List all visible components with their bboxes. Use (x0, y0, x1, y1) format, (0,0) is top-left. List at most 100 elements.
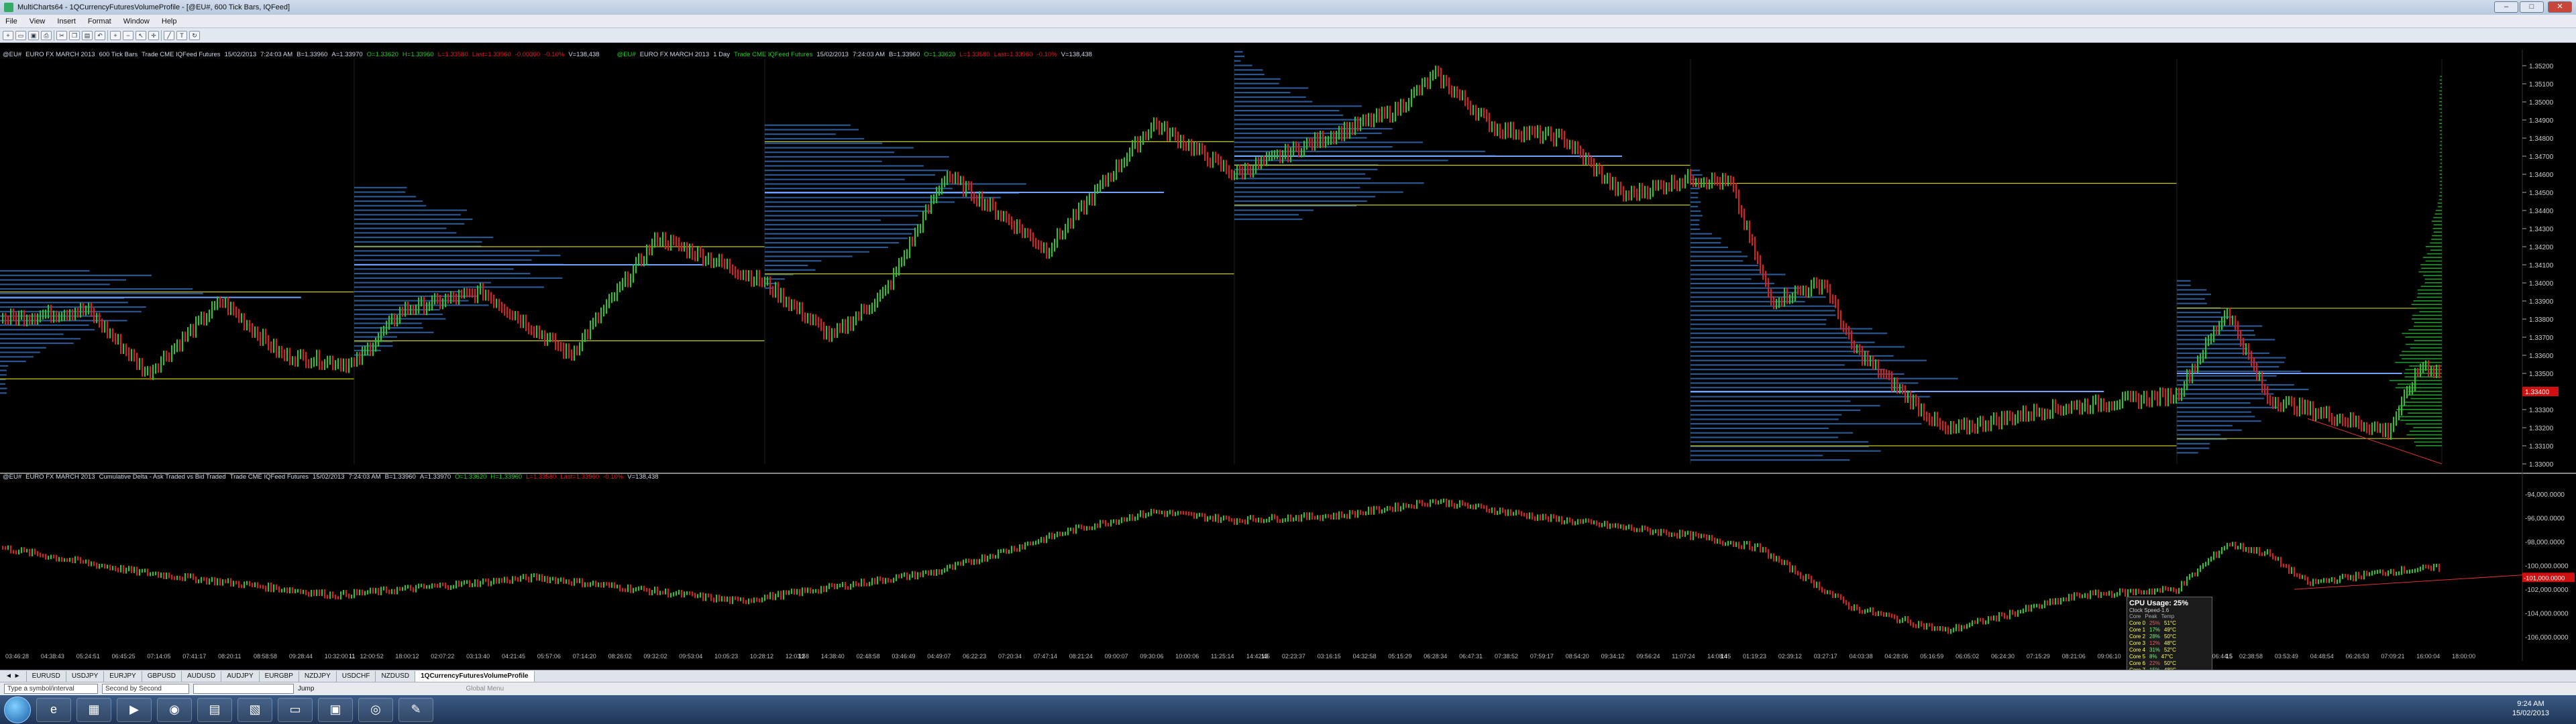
volume-profile-bar (0, 369, 7, 371)
minimize-button[interactable]: – (2494, 1, 2518, 13)
chrome-icon[interactable]: ◎ (358, 697, 393, 722)
time-axis-label: 05:24:51 (76, 653, 100, 660)
daily-profile-bar (2420, 286, 2442, 287)
paste-icon[interactable]: ▤ (82, 30, 93, 40)
volume-profile-bar (1234, 186, 1360, 188)
daily-profile-bar (2425, 260, 2442, 262)
time-axis-label: 10:00:06 (1175, 653, 1199, 660)
volume-profile-bar (0, 338, 80, 340)
volume-profile-bar (1690, 264, 1758, 267)
zoom-out-icon[interactable]: − (123, 30, 133, 40)
cursor-icon[interactable]: ↖ (136, 30, 146, 40)
undo-icon[interactable]: ↶ (95, 30, 105, 40)
daily-profile-bar (2418, 293, 2442, 294)
volume-profile-bar (1234, 101, 1313, 103)
time-axis-label: 02:38:58 (2239, 653, 2263, 660)
system-clock[interactable]: 9:24 AM 15/02/2013 (2512, 699, 2549, 718)
print-icon[interactable]: ⎙ (41, 30, 52, 40)
daily-profile-bar (2398, 416, 2442, 418)
calc-icon[interactable]: ▤ (197, 697, 232, 722)
maximize-button[interactable]: □ (2520, 1, 2544, 13)
volume-profile-bar (1690, 192, 1699, 194)
symbol-input[interactable]: Type a symbol/interval (4, 684, 98, 694)
copy-icon[interactable]: ❐ (69, 30, 80, 40)
volume-profile-bar (1234, 56, 1245, 58)
close-button[interactable]: ✕ (2548, 1, 2572, 13)
sheet-tab-audusd[interactable]: AUDUSD (182, 670, 222, 682)
volume-profile-bar (765, 156, 949, 158)
daily-profile-bar (2397, 383, 2442, 385)
volume-profile-bar (354, 255, 561, 257)
volume-profile-bar (0, 351, 40, 353)
zoom-in-icon[interactable]: + (110, 30, 121, 40)
volume-profile-bar (1690, 196, 1699, 198)
time-axis-label: 08:58:58 (254, 653, 277, 660)
media-icon[interactable]: ▶ (117, 697, 152, 722)
jump-button[interactable]: Jump (298, 685, 314, 692)
delta-axis-label: -102,000.0000 (2525, 587, 2569, 594)
sheet-tab-nzdusd[interactable]: NZDUSD (376, 670, 416, 682)
globe-icon[interactable]: ◉ (157, 697, 192, 722)
menu-window[interactable]: Window (123, 17, 150, 25)
time-axis-label: 08:21:06 (2062, 653, 2086, 660)
daily-profile-bar (2440, 162, 2442, 164)
monitor-icon[interactable]: ▣ (318, 697, 353, 722)
price-axis-label: 1.34800 (2529, 135, 2554, 143)
cut-icon[interactable]: ✂ (56, 30, 67, 40)
new-icon[interactable]: + (3, 30, 13, 40)
menu-format[interactable]: Format (88, 17, 111, 25)
time-axis-label: 07:38:52 (1495, 653, 1518, 660)
menu-file[interactable]: File (5, 17, 17, 25)
volume-profile-bar (1690, 400, 1851, 402)
daily-profile-bar (2424, 278, 2442, 280)
app-icon (4, 3, 13, 12)
volume-profile-bar (765, 242, 900, 244)
folder-icon[interactable]: ▭ (278, 697, 313, 722)
sheet-nav-icon[interactable]: ◄ ► (0, 670, 27, 682)
volume-profile-bar (1690, 188, 1701, 190)
price-chart-svg[interactable]: 1.35200 1.35100 1.35000 1.34900 1.34800 1.347… (0, 50, 2576, 661)
volume-profile-bar (1690, 328, 1873, 330)
time-axis-label: 06:45:25 (112, 653, 136, 660)
pdf-icon[interactable]: ▧ (237, 697, 272, 722)
mode-select[interactable]: Second by Second (102, 684, 189, 694)
chart-area[interactable]: @EU# EURO FX MARCH 2013 600 Tick Bars Tr… (0, 50, 2576, 661)
volume-profile-bar (2177, 429, 2242, 431)
time-axis-label: 07:47:14 (1034, 653, 1057, 660)
refresh-icon[interactable]: ↻ (189, 30, 200, 40)
sheet-tab-1qcurrencyfuturesvolumeprofile[interactable]: 1QCurrencyFuturesVolumeProfile (415, 670, 535, 682)
explorer-icon[interactable]: ▦ (76, 697, 111, 722)
line-icon[interactable]: ╱ (164, 30, 174, 40)
date-input[interactable] (193, 684, 294, 694)
text-icon[interactable]: T (176, 30, 187, 40)
start-button[interactable] (4, 696, 31, 723)
sheet-tab-eurgbp[interactable]: EURGBP (260, 670, 299, 682)
volume-profile-bar (1690, 333, 1888, 335)
sheet-tab-eurjpy[interactable]: EURJPY (104, 670, 142, 682)
save-icon[interactable]: ▣ (28, 30, 39, 40)
volume-profile-bar (1690, 441, 1869, 443)
sheet-tab-usdjpy[interactable]: USDJPY (66, 670, 105, 682)
paint-icon[interactable]: ✎ (398, 697, 433, 722)
crosshair-icon[interactable]: ✛ (148, 30, 159, 40)
volume-profile-bar (354, 322, 422, 324)
menu-view[interactable]: View (30, 17, 46, 25)
menu-insert[interactable]: Insert (57, 17, 76, 25)
time-axis-label: 10:32:00 (325, 653, 348, 660)
sheet-tab-eurusd[interactable]: EURUSD (27, 670, 66, 682)
daily-profile-bar (2418, 271, 2442, 273)
volume-profile-bar (0, 284, 110, 286)
volume-profile-bar (354, 291, 463, 293)
time-axis-label: 09:00:07 (1105, 653, 1128, 660)
sheet-tab-gbpusd[interactable]: GBPUSD (142, 670, 182, 682)
sheet-tab-nzdjpy[interactable]: NZDJPY (299, 670, 337, 682)
menu-help[interactable]: Help (162, 17, 177, 25)
open-icon[interactable]: ▭ (15, 30, 26, 40)
daily-profile-bar (2439, 108, 2442, 110)
sheet-tab-usdchf[interactable]: USDCHF (337, 670, 376, 682)
ie-icon[interactable]: e (36, 697, 71, 722)
cpu-col-temp: Temp (2161, 613, 2175, 619)
volume-profile-bar (1234, 82, 1279, 84)
volume-profile-bar (354, 241, 482, 243)
sheet-tab-audjpy[interactable]: AUDJPY (221, 670, 260, 682)
